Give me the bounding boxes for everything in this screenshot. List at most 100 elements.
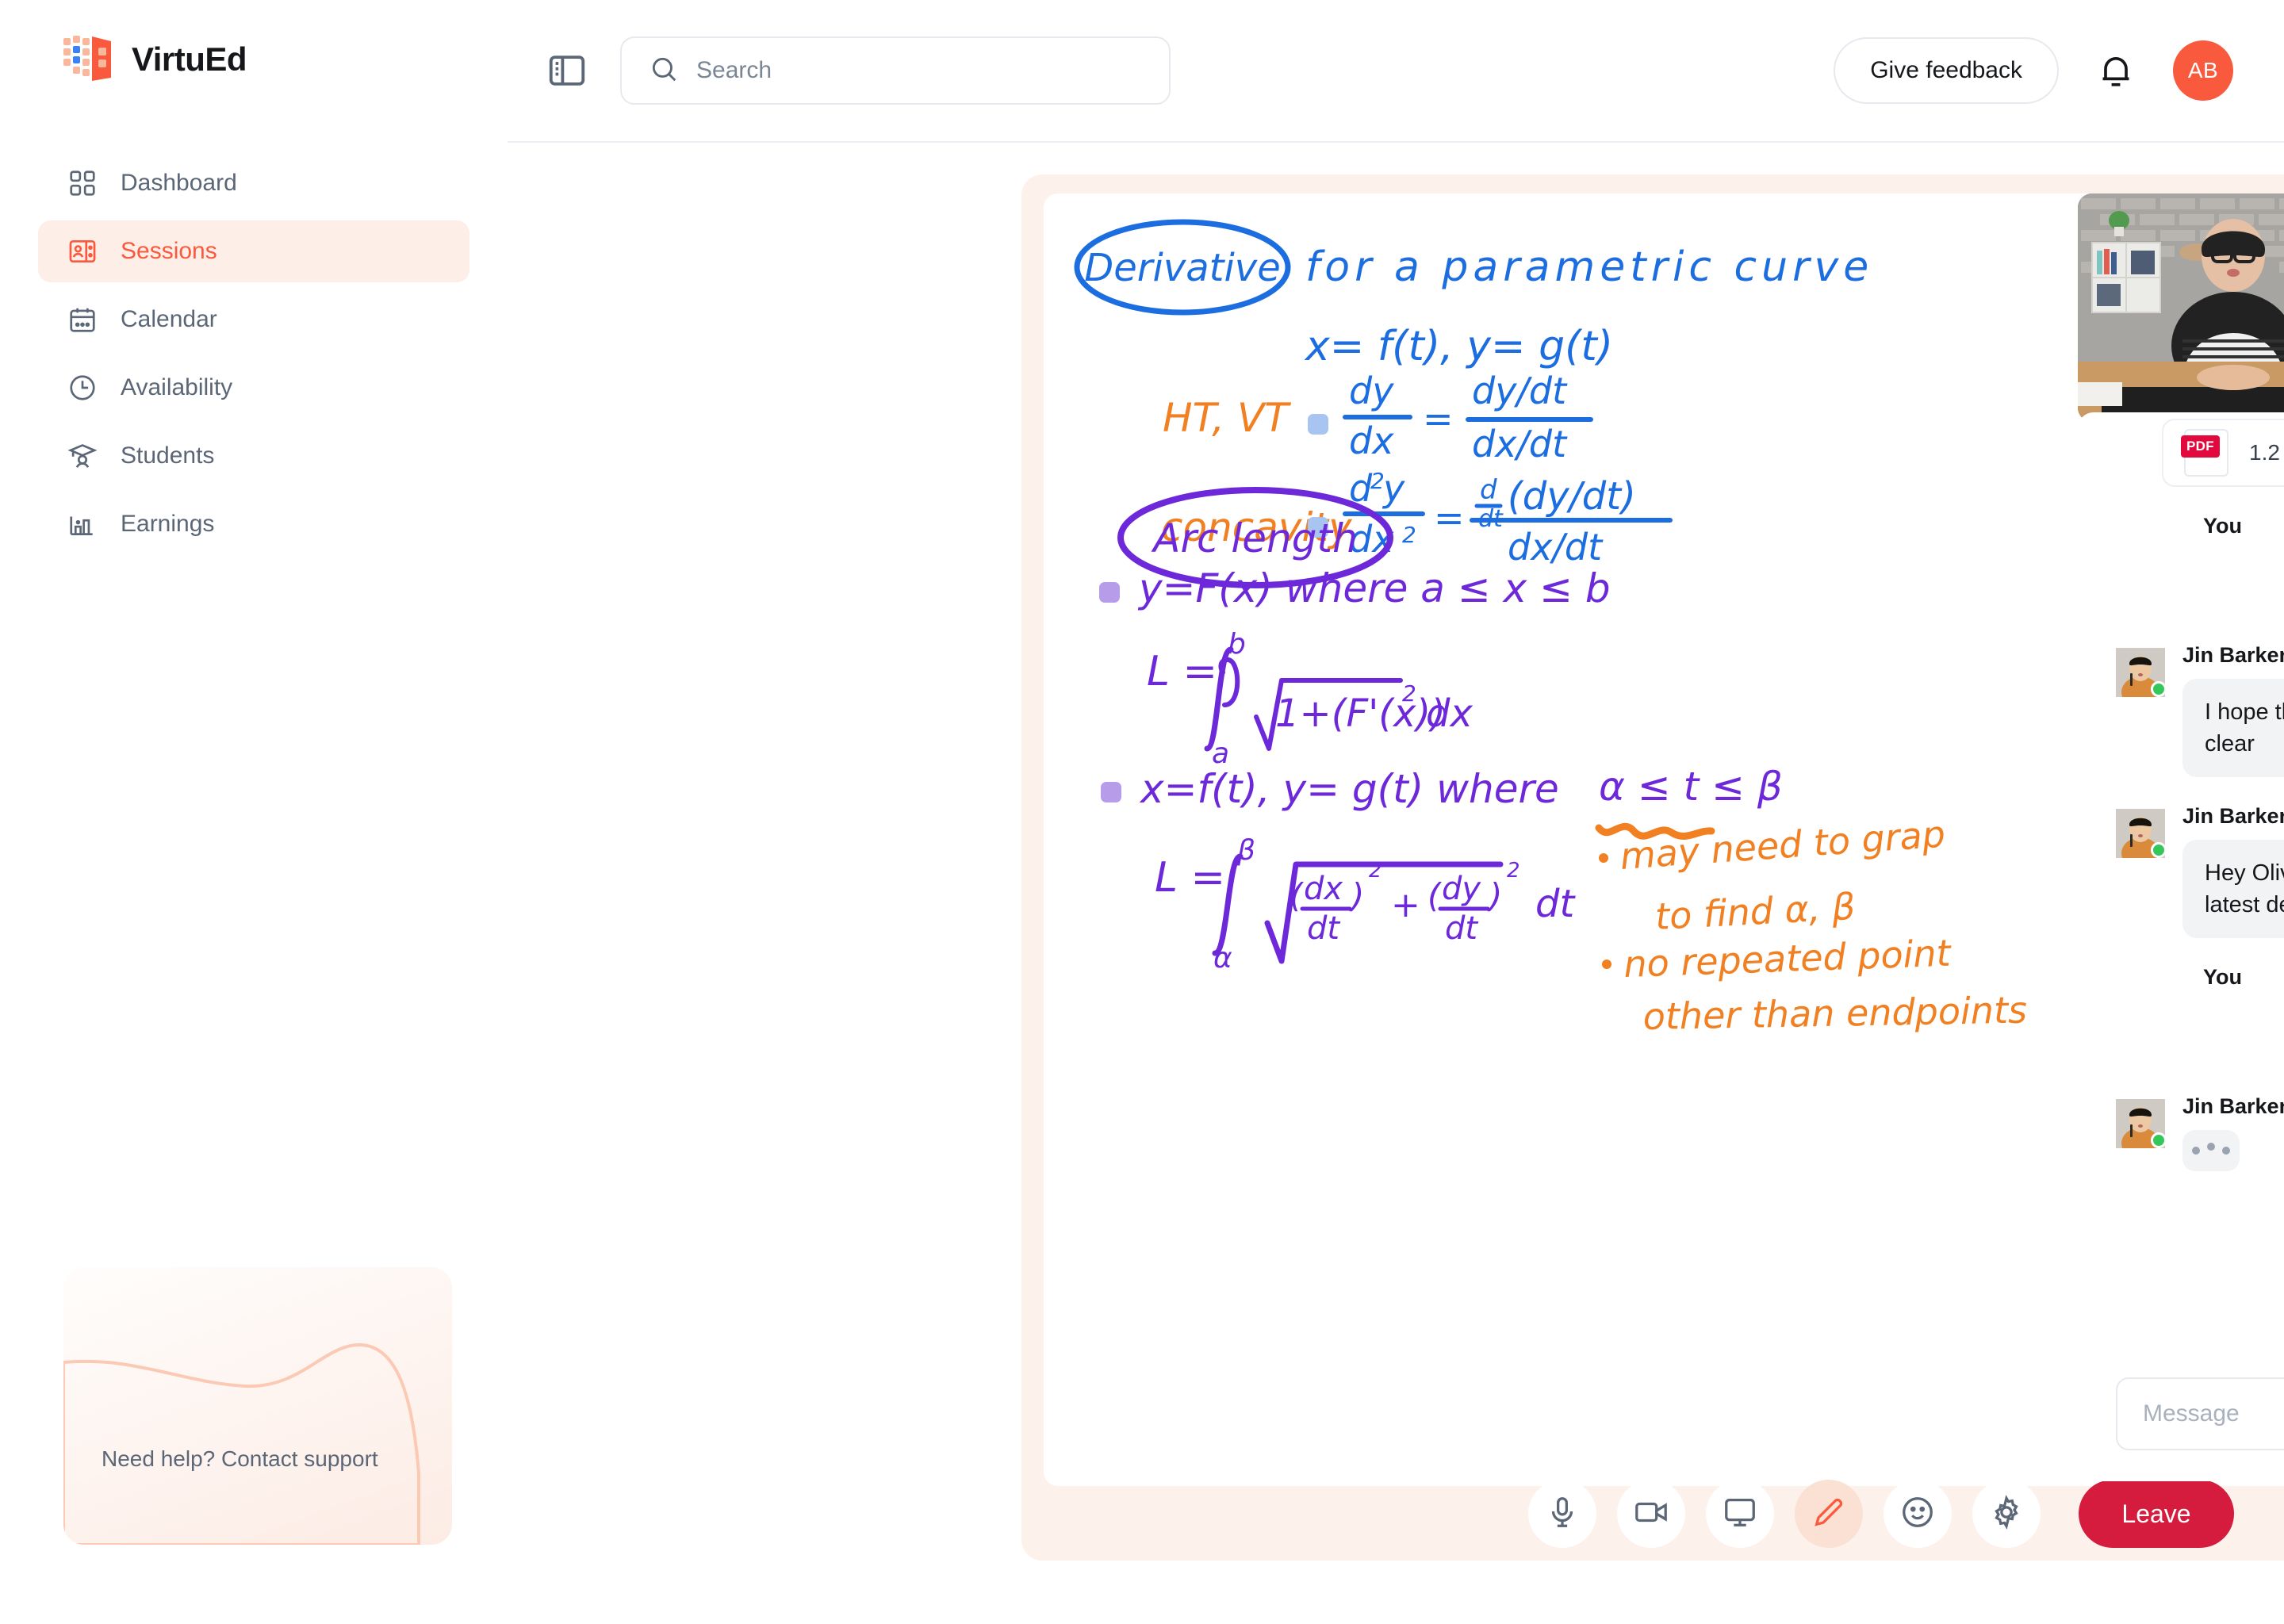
chat-message-list[interactable]: PDF 1.2 MB You Thursday 11:41am Awesome!… (2078, 412, 2284, 1346)
attachment-card[interactable]: PDF 1.2 MB (2162, 419, 2284, 487)
sidebar-nav: Dashboard Sessions Calendar Availability… (0, 152, 508, 555)
message-sender: You (2203, 514, 2242, 538)
monitor-icon (1722, 1494, 1758, 1534)
annotate-button[interactable] (1795, 1480, 1864, 1548)
svg-text:dy: dy (1442, 871, 1481, 907)
attachment-size: 1.2 MB (2249, 440, 2284, 465)
video-tiles (2078, 193, 2284, 422)
svg-text:dy/dt: dy/dt (1472, 370, 1568, 412)
search-icon (649, 54, 679, 88)
chat-message-outgoing: You Thursday 11:45am Sure thing, I’ll ha… (2116, 965, 2284, 1067)
svg-text:α ≤ t ≤ β: α ≤ t ≤ β (1599, 764, 1783, 810)
chat-message-outgoing: You Thursday 11:41am Awesome! Thanks. (2116, 514, 2284, 616)
chat-message-incoming: Jin Barker Thursday 11:44am I hope this … (2116, 643, 2284, 778)
contact-support-link[interactable]: Need help? Contact support (102, 1446, 378, 1472)
svg-text:Arc length: Arc length (1151, 515, 1358, 561)
pdf-file-icon: PDF (2181, 429, 2228, 477)
svg-text:dx: dx (1349, 419, 1394, 462)
svg-text:(dy/dt): (dy/dt) (1508, 474, 1636, 519)
session-container: Derivative for a parametric curve x= f(t… (1021, 174, 2284, 1561)
microphone-button[interactable] (1528, 1480, 1597, 1548)
svg-text:y=F(x) where a ≤ x ≤ b: y=F(x) where a ≤ x ≤ b (1137, 565, 1611, 611)
sidebar-item-earnings[interactable]: Earnings (38, 493, 469, 555)
svg-text:2: 2 (1507, 859, 1520, 883)
svg-text:dx/dt: dx/dt (1472, 423, 1568, 465)
message-sender: You (2203, 965, 2242, 990)
sidebar-item-label: Earnings (121, 511, 215, 537)
reactions-button[interactable] (1884, 1480, 1953, 1548)
svg-text:dt: dt (1535, 882, 1576, 926)
svg-text:L =: L = (1147, 648, 1217, 695)
sidebar-item-sessions[interactable]: Sessions (38, 220, 469, 282)
svg-text:dx: dx (1426, 691, 1473, 736)
svg-text:for a parametric curve: for a parametric curve (1305, 243, 1873, 291)
smiley-icon (1899, 1494, 1936, 1534)
typing-indicator (2182, 1130, 2240, 1172)
pdf-type-label: PDF (2181, 435, 2220, 458)
svg-text:no repeated point: no repeated point (1623, 932, 1953, 986)
svg-text:dt: dt (1445, 910, 1478, 947)
sidebar: VirtuEd Dashboard Sessions Calendar Avai… (0, 0, 508, 1624)
book-logo-icon (62, 35, 114, 84)
svg-text:L =: L = (1155, 854, 1225, 902)
sidebar-item-label: Availability (121, 374, 233, 400)
tile-olivia[interactable] (2078, 193, 2284, 422)
camera-button[interactable] (1617, 1480, 1686, 1548)
message-input[interactable] (2116, 1377, 2284, 1450)
search-input[interactable] (696, 57, 1142, 84)
message-bubble: I hope this helps make things more clear (2182, 679, 2284, 778)
svg-text:2: 2 (1369, 859, 1382, 883)
brand[interactable]: VirtuEd (0, 0, 508, 84)
svg-text:b: b (1228, 628, 1246, 661)
message-sender: Jin Barker (2182, 804, 2284, 829)
svg-text:2: 2 (1402, 522, 1416, 548)
session-card-icon (67, 236, 98, 267)
svg-text:other than endpoints: other than endpoints (1642, 989, 2027, 1038)
avatar-initials: AB (2187, 58, 2219, 82)
microphone-icon (1544, 1494, 1581, 1534)
search-box[interactable] (620, 36, 1171, 105)
pencil-icon (1811, 1494, 1847, 1534)
svg-text:+: + (1391, 885, 1420, 925)
brand-name: VirtuEd (132, 40, 247, 78)
sidebar-item-dashboard[interactable]: Dashboard (38, 152, 469, 214)
svg-text:dt: dt (1307, 910, 1340, 947)
online-status-indicator (2151, 842, 2167, 859)
settings-button[interactable] (1972, 1480, 2041, 1548)
grid-icon (67, 167, 98, 199)
svg-text:HT, VT: HT, VT (1163, 395, 1291, 441)
svg-text:2: 2 (1402, 680, 1416, 707)
bell-icon[interactable] (2095, 50, 2136, 91)
sidebar-panel-icon[interactable] (546, 49, 588, 92)
topbar-actions: Give feedback AB (1834, 37, 2233, 104)
svg-text:may need to grap: may need to grap (1619, 812, 1947, 878)
chat-panel: PDF 1.2 MB You Thursday 11:41am Awesome!… (2078, 412, 2284, 1481)
svg-text:dx/dt: dx/dt (1508, 526, 1604, 569)
chat-composer (2078, 1346, 2284, 1481)
online-status-indicator (2151, 681, 2167, 698)
svg-text:Derivative: Derivative (1084, 246, 1280, 290)
svg-text:a: a (1212, 737, 1229, 770)
message-sender: Jin Barker (2182, 1094, 2284, 1119)
online-status-indicator (2151, 1132, 2167, 1149)
sidebar-item-calendar[interactable]: Calendar (38, 289, 469, 350)
svg-text:dx: dx (1304, 871, 1343, 907)
sidebar-footer-card: Need help? Contact support (63, 1267, 452, 1545)
sidebar-item-label: Students (121, 442, 215, 469)
message-sender: Jin Barker (2182, 643, 2284, 668)
avatar (2116, 648, 2167, 709)
give-feedback-button[interactable]: Give feedback (1834, 37, 2059, 104)
video-camera-icon (1633, 1494, 1669, 1534)
svg-text:=: = (1434, 496, 1465, 539)
wave-decoration (63, 1342, 420, 1545)
sidebar-item-availability[interactable]: Availability (38, 357, 469, 419)
svg-text:β: β (1236, 834, 1255, 867)
sidebar-item-students[interactable]: Students (38, 425, 469, 487)
svg-text:d: d (1480, 474, 1497, 506)
share-screen-button[interactable] (1706, 1480, 1775, 1548)
svg-text:dy: dy (1349, 370, 1394, 412)
leave-button[interactable]: Leave (2079, 1480, 2234, 1548)
avatar[interactable]: AB (2173, 40, 2233, 101)
topbar: Give feedback AB (508, 0, 2284, 143)
svg-text:x=f(t), y= g(t) where: x=f(t), y= g(t) where (1139, 766, 1559, 812)
